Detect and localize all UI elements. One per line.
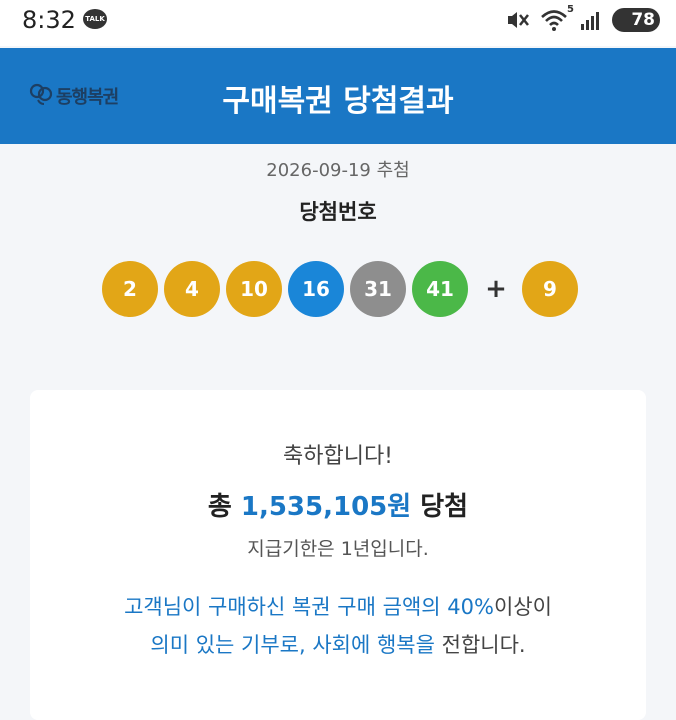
- battery-icon: 78: [612, 8, 660, 32]
- winning-amount: 1,535,105원: [240, 492, 412, 522]
- number-ball: 41: [412, 261, 468, 317]
- result-card: 축하합니다! 총 1,535,105원 당첨 지급기한은 1년입니다. 고객님이…: [30, 390, 646, 720]
- status-bar: 8:32 TALK 5 78: [0, 0, 676, 46]
- signal-icon: [580, 10, 602, 30]
- donation-line2-rest: 전합니다.: [434, 633, 526, 657]
- page-title: 구매복권 당첨결과: [222, 84, 454, 119]
- system-icons: 5 78: [506, 4, 660, 32]
- wifi-icon: 5: [540, 4, 574, 32]
- congrats-message: 축하합니다!: [282, 444, 394, 469]
- total-prefix: 총: [207, 492, 241, 522]
- total-suffix: 당첨: [411, 492, 469, 522]
- payment-deadline: 지급기한은 1년입니다.: [247, 538, 429, 560]
- total-winnings: 총 1,535,105원 당첨: [30, 486, 646, 523]
- number-ball: 10: [226, 261, 282, 317]
- network-type-label: 5: [567, 4, 574, 15]
- app-header: 동행복권 구매복권 당첨결과: [0, 48, 676, 144]
- mute-icon: [506, 9, 530, 31]
- number-ball: 16: [288, 261, 344, 317]
- donation-line1-rest: 이상이: [493, 595, 552, 619]
- number-ball: 4: [164, 261, 220, 317]
- battery-level: 78: [631, 10, 655, 30]
- donation-message: 고객님이 구매하신 복권 구매 금액의 40%이상이 의미 있는 기부로, 사회…: [30, 588, 646, 664]
- winning-numbers-title: 당첨번호: [299, 200, 377, 224]
- winning-numbers: 2 4 10 16 31 41 + 9: [102, 261, 584, 317]
- donation-line2-highlight: 의미 있는 기부로, 사회에 행복을: [150, 633, 435, 657]
- plus-sign: +: [485, 274, 507, 304]
- bonus-ball: 9: [522, 261, 578, 317]
- draw-date: 2026-09-19 추첨: [266, 160, 410, 181]
- number-ball: 2: [102, 261, 158, 317]
- status-time: 8:32: [22, 6, 76, 34]
- number-ball: 31: [350, 261, 406, 317]
- donation-line1-highlight: 고객님이 구매하신 복권 구매 금액의 40%: [124, 595, 494, 619]
- kakaotalk-icon: TALK: [83, 9, 107, 29]
